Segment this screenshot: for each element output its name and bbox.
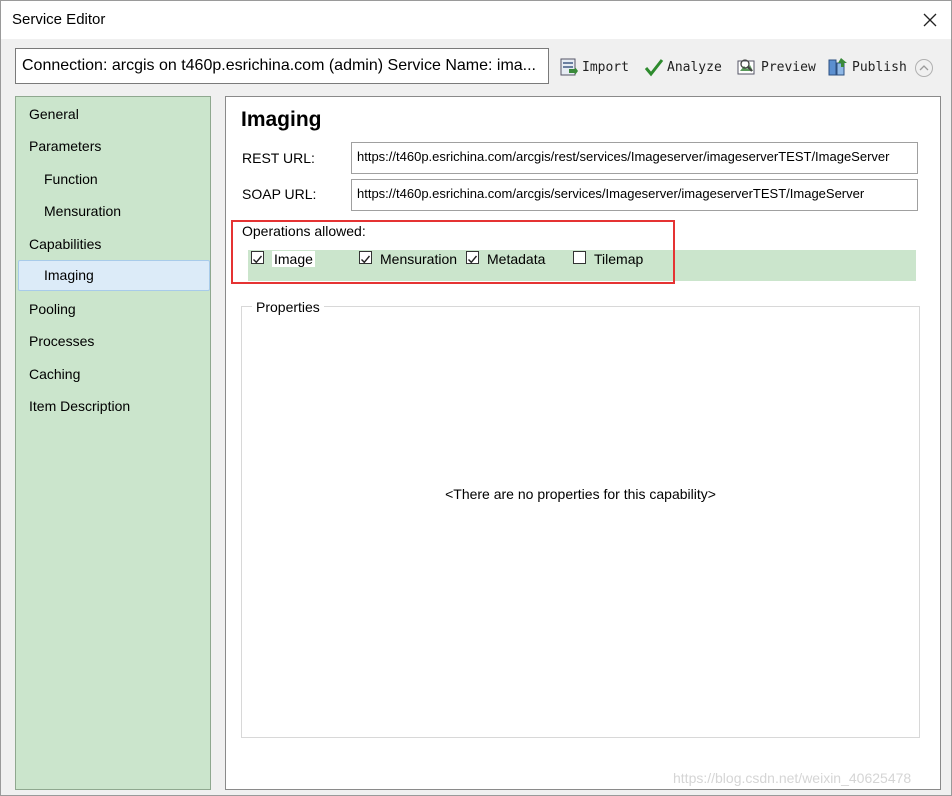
close-button[interactable] (913, 5, 947, 35)
sidebar: General Parameters Function Mensuration … (15, 96, 211, 790)
publish-button[interactable]: Publish (827, 55, 907, 79)
publish-label: Publish (852, 59, 907, 75)
rest-url-label: REST URL: (242, 150, 315, 166)
properties-group: Properties <There are no properties for … (241, 299, 920, 738)
import-label: Import (582, 59, 629, 75)
preview-icon (737, 59, 755, 75)
import-button[interactable]: Import (559, 55, 629, 79)
sidebar-item-label: Imaging (44, 267, 94, 283)
close-icon (923, 13, 937, 27)
soap-url-label: SOAP URL: (242, 186, 317, 202)
preview-label: Preview (761, 59, 816, 75)
publish-icon (828, 58, 847, 76)
service-editor-window: Service Editor Connection: arcgis on t46… (0, 0, 952, 796)
chevron-up-icon (919, 65, 929, 71)
rest-url-field[interactable]: https://t460p.esrichina.com/arcgis/rest/… (351, 142, 918, 174)
analyze-button[interactable]: Analyze (644, 55, 722, 79)
title-bar: Service Editor (1, 1, 951, 39)
sidebar-item-parameters[interactable]: Parameters (29, 138, 101, 154)
sidebar-item-imaging[interactable]: Imaging (18, 260, 210, 291)
collapse-button[interactable] (915, 59, 933, 77)
window-title: Service Editor (12, 11, 106, 28)
sidebar-item-capabilities[interactable]: Capabilities (29, 236, 101, 252)
connection-text: Connection: arcgis on t460p.esrichina.co… (22, 57, 536, 74)
sidebar-item-mensuration[interactable]: Mensuration (44, 203, 121, 219)
sidebar-item-pooling[interactable]: Pooling (29, 301, 76, 317)
connection-field[interactable]: Connection: arcgis on t460p.esrichina.co… (15, 48, 549, 84)
checkmark-icon (644, 59, 664, 77)
imaging-panel: Imaging REST URL: https://t460p.esrichin… (225, 96, 941, 790)
preview-button[interactable]: Preview (736, 55, 816, 79)
sidebar-item-caching[interactable]: Caching (29, 366, 80, 382)
properties-label: Properties (252, 299, 324, 315)
sidebar-item-function[interactable]: Function (44, 171, 98, 187)
sidebar-item-item-description[interactable]: Item Description (29, 398, 130, 414)
sidebar-item-general[interactable]: General (29, 106, 79, 122)
import-icon (560, 58, 578, 76)
sidebar-item-processes[interactable]: Processes (29, 333, 94, 349)
operations-highlight-box (231, 220, 675, 284)
page-title: Imaging (241, 108, 322, 131)
soap-url-field[interactable]: https://t460p.esrichina.com/arcgis/servi… (351, 179, 918, 211)
analyze-label: Analyze (667, 59, 722, 75)
watermark-text: https://blog.csdn.net/weixin_40625478 (673, 770, 912, 786)
no-properties-message: <There are no properties for this capabi… (445, 486, 716, 502)
